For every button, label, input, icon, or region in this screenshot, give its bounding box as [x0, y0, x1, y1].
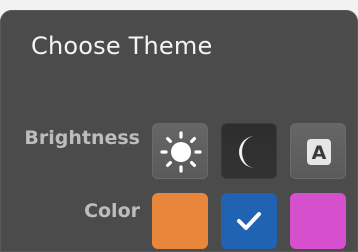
color-orange-swatch[interactable]	[152, 193, 208, 249]
brightness-auto-button[interactable]: A	[290, 123, 346, 179]
brightness-light-button[interactable]	[152, 123, 208, 179]
brightness-dark-button[interactable]	[221, 123, 277, 179]
auto-a-glyph: A	[312, 142, 327, 164]
checkmark-icon	[237, 212, 261, 230]
dialog-title: Choose Theme	[31, 32, 213, 60]
moon-icon	[239, 136, 255, 168]
color-label: Color	[84, 200, 140, 222]
color-magenta-swatch[interactable]	[290, 193, 346, 249]
auto-a-icon: A	[307, 139, 331, 165]
brightness-label: Brightness	[24, 127, 140, 149]
sun-icon	[160, 131, 202, 173]
theme-dialog: Choose Theme Brightness A Color	[0, 10, 358, 252]
color-blue-swatch[interactable]	[221, 193, 277, 249]
